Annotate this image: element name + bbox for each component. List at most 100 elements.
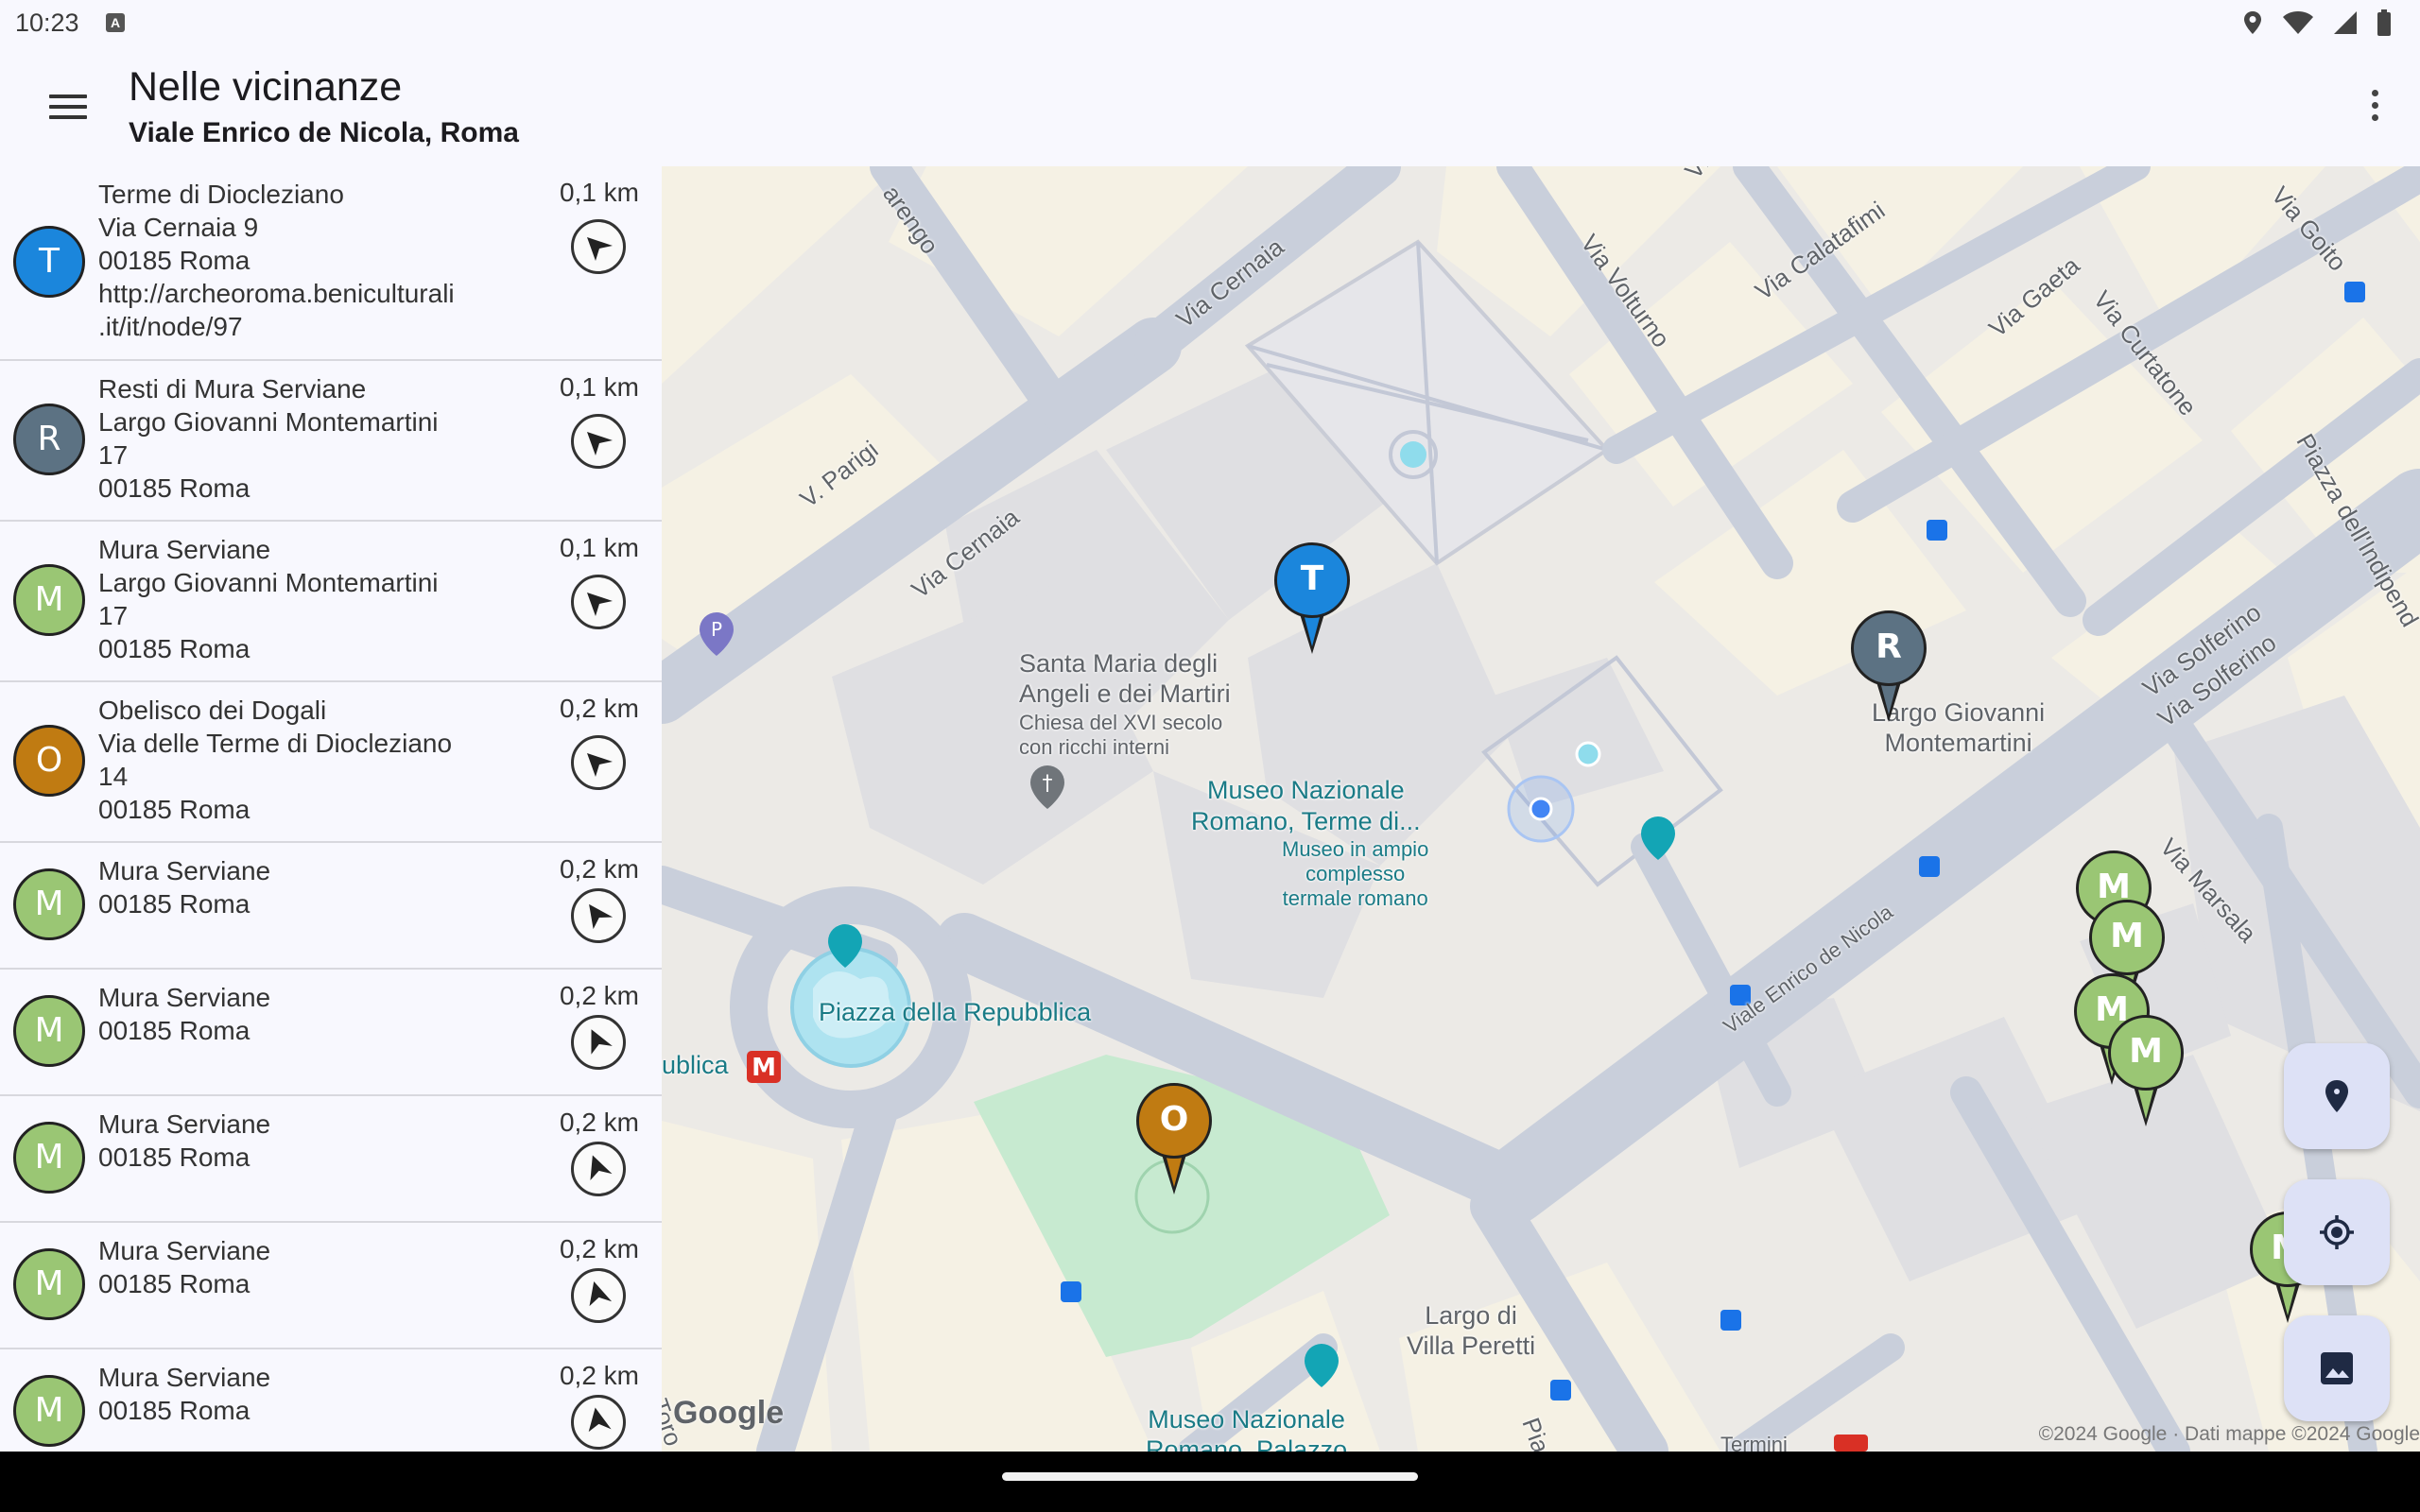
place-distance: 0,2 km [559, 1108, 639, 1137]
place-details: Mura Serviane 00185 Roma [98, 1234, 270, 1300]
map-type-button[interactable] [2284, 1315, 2390, 1421]
place-details: Mura Serviane 00185 Roma [98, 1361, 270, 1427]
list-item[interactable]: M Mura Serviane Largo Giovanni Montemartin… [0, 522, 662, 682]
place-name: Mura Serviane [98, 1236, 271, 1265]
my-location-icon [2320, 1215, 2354, 1249]
list-item[interactable]: M Mura Serviane 00185 Roma 0,2 km [0, 843, 662, 970]
navigate-button[interactable] [571, 1395, 626, 1450]
status-time: 10:23 [15, 9, 79, 37]
place-name: Mura Serviane [98, 856, 271, 885]
nearby-places-list: T Terme di Diocleziano Via Cernaia 9 00185 … [0, 166, 662, 1452]
map-label-museo-nazionale: Museo Nazionale Romano, Terme di... [1191, 776, 1421, 835]
place-details: Obelisco dei Dogali Via delle Terme di Di… [98, 694, 452, 826]
list-item[interactable]: O Obelisco dei Dogali Via delle Terme di D… [0, 682, 662, 843]
place-detail-line: Largo Giovanni Montemartini [98, 568, 439, 597]
map-pin-icon [2325, 1080, 2348, 1112]
place-avatar: R [13, 404, 85, 475]
map-marker-t[interactable]: T [1274, 542, 1350, 656]
place-detail-line: 00185 Roma [98, 634, 251, 663]
notification-icon: A [106, 13, 125, 32]
map-label-santa-maria: Santa Maria degli Angeli e dei Martiri [1019, 649, 1231, 708]
more-options-icon[interactable] [2365, 85, 2384, 132]
place-details: Mura Serviane Largo Giovanni Montemartini… [98, 533, 439, 665]
place-name: Mura Serviane [98, 983, 271, 1012]
place-distance: 0,2 km [559, 1234, 639, 1263]
place-distance: 0,2 km [559, 981, 639, 1010]
map-label-piazza-repubblica: Piazza della Repubblica [819, 998, 1092, 1026]
navigate-button[interactable] [571, 1268, 626, 1323]
place-distance: 0,2 km [559, 1361, 639, 1390]
place-details: Mura Serviane 00185 Roma [98, 981, 270, 1047]
pin-location-button[interactable] [2284, 1043, 2390, 1149]
place-detail-line: 17 [98, 440, 129, 470]
place-avatar: T [13, 226, 85, 298]
direction-arrow-icon [591, 1029, 613, 1055]
image-icon [2321, 1352, 2353, 1384]
place-avatar: O [13, 725, 85, 797]
list-item[interactable]: T Terme di Diocleziano Via Cernaia 9 00185 … [0, 166, 662, 361]
list-item[interactable]: M Mura Serviane 00185 Roma 0,2 km [0, 1096, 662, 1223]
place-avatar: M [13, 868, 85, 940]
list-item[interactable]: R Resti di Mura Serviane Largo Giovanni Mo… [0, 361, 662, 522]
place-name: Mura Serviane [98, 1363, 271, 1392]
place-detail-line: 00185 Roma [98, 1016, 251, 1045]
map-view[interactable]: P † M Santa Maria degli Angeli e dei Mart… [662, 166, 2420, 1452]
direction-arrow-icon [587, 432, 613, 455]
place-detail-line: 17 [98, 601, 129, 630]
map-label-museo-desc: Museo in ampio complesso termale romano [1282, 837, 1429, 910]
list-item[interactable]: M Mura Serviane 00185 Roma 0,2 km [0, 1223, 662, 1349]
place-detail-line: .it/it/node/97 [98, 312, 243, 341]
page-subtitle: Viale Enrico de Nicola, Roma [129, 117, 519, 148]
home-gesture-handle[interactable] [1002, 1472, 1418, 1481]
map-marker-m[interactable]: M [2108, 1015, 2184, 1128]
place-name: Terme di Diocleziano [98, 180, 344, 209]
place-avatar: M [13, 1122, 85, 1194]
place-details: Resti di Mura Serviane Largo Giovanni Mon… [98, 372, 439, 505]
place-name: Obelisco dei Dogali [98, 696, 327, 725]
navigate-button[interactable] [571, 1142, 626, 1196]
status-bar: 10:23 A [0, 0, 2420, 47]
svg-text:M: M [752, 1054, 776, 1082]
my-location-button[interactable] [2284, 1179, 2390, 1285]
place-distance: 0,1 km [559, 178, 639, 207]
place-detail-line: 00185 Roma [98, 1143, 251, 1172]
system-icons [2242, 9, 2392, 36]
page-title: Nelle vicinanze [129, 64, 403, 110]
signal-icon [2334, 11, 2357, 34]
place-detail-line: Largo Giovanni Montemartini [98, 407, 439, 437]
map-label-termini: Termini [1720, 1433, 1788, 1452]
map-attribution[interactable]: ©2024 Google · Dati mappe ©2024 Google [2039, 1423, 2420, 1446]
place-detail-line: 00185 Roma [98, 889, 251, 919]
place-detail-line: Via Cernaia 9 [98, 213, 259, 242]
place-distance: 0,1 km [559, 372, 639, 402]
list-item[interactable]: M Mura Serviane 00185 Roma 0,2 km [0, 1349, 662, 1452]
place-detail-line: 00185 Roma [98, 1396, 251, 1425]
navigate-button[interactable] [571, 888, 626, 943]
direction-arrow-icon [590, 1155, 613, 1180]
map-label-largo-villa-peretti: Largo di Villa Peretti [1407, 1301, 1536, 1360]
place-details: Mura Serviane 00185 Roma [98, 854, 270, 920]
navigate-button[interactable] [571, 1015, 626, 1070]
map-marker-o[interactable]: O [1136, 1083, 1212, 1196]
place-detail-line: 00185 Roma [98, 246, 251, 275]
battery-icon [2377, 9, 2391, 36]
place-name: Mura Serviane [98, 1109, 271, 1139]
app-bar: Nelle vicinanze Viale Enrico de Nicola, … [0, 47, 2420, 166]
place-detail-line: http://archeoroma.beniculturali [98, 279, 455, 308]
place-name: Mura Serviane [98, 535, 271, 564]
map-label-repubblica-metro: ublica [662, 1051, 729, 1079]
navigate-button[interactable] [571, 414, 626, 469]
map-label-museo-palazzo: Museo Nazionale Romano, Palazzo [1146, 1405, 1348, 1452]
map-marker-r[interactable]: R [1851, 610, 1927, 724]
place-distance: 0,2 km [559, 694, 639, 723]
navigate-button[interactable] [571, 575, 626, 629]
navigate-button[interactable] [571, 219, 626, 274]
list-item[interactable]: M Mura Serviane 00185 Roma 0,2 km [0, 970, 662, 1096]
place-detail-line: Via delle Terme di Diocleziano [98, 729, 453, 758]
place-detail-line: 00185 Roma [98, 473, 251, 503]
direction-arrow-icon [587, 593, 613, 616]
menu-icon[interactable] [43, 90, 93, 128]
wifi-icon [2283, 11, 2313, 34]
navigate-button[interactable] [571, 735, 626, 790]
navigation-bar [0, 1452, 2420, 1512]
